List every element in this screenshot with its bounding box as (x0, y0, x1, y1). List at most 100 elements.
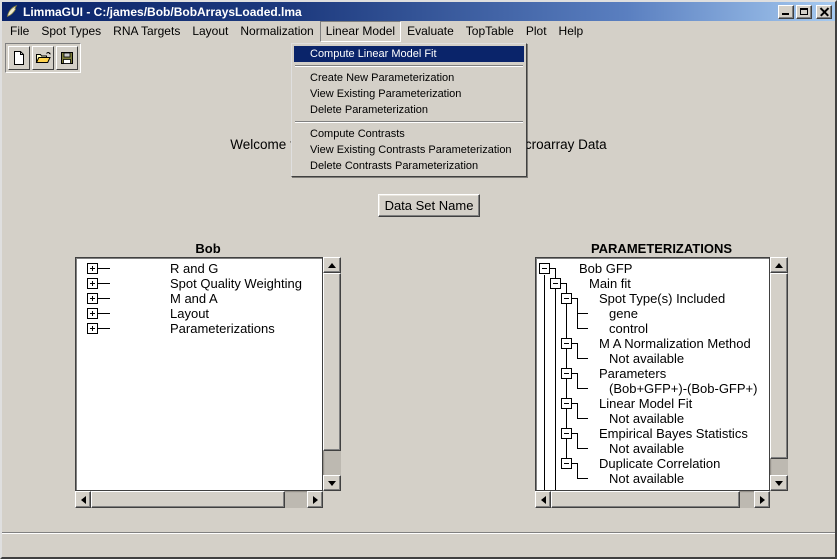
tree-item-label[interactable]: Parameters (599, 366, 666, 381)
new-file-button[interactable] (8, 46, 30, 70)
menu-evaluate[interactable]: Evaluate (401, 21, 460, 42)
scroll-down-button[interactable] (323, 475, 341, 491)
tree-item-label[interactable]: Not available (609, 441, 684, 456)
bob-tree-hscrollbar[interactable] (75, 491, 323, 508)
tree-item-label[interactable]: M A Normalization Method (599, 336, 751, 351)
tree-item-label[interactable]: control (609, 321, 648, 336)
plus-box-icon[interactable] (87, 323, 98, 334)
minimize-icon (782, 13, 789, 15)
tree-item-label[interactable]: Bob GFP (579, 261, 632, 276)
tree-item-label[interactable]: R and G (170, 261, 218, 276)
scroll-right-button[interactable] (307, 491, 323, 508)
scroll-thumb[interactable] (91, 491, 285, 508)
minus-box-icon[interactable] (561, 398, 572, 409)
menu-help[interactable]: Help (553, 21, 590, 42)
tree-connector-line (577, 404, 578, 419)
scroll-down-icon (328, 481, 336, 486)
title-bar[interactable]: LimmaGUI - C:/james/Bob/BobArraysLoaded.… (2, 2, 835, 21)
menu-toptable[interactable]: TopTable (460, 21, 520, 42)
menuitem-view-existing-parameterization[interactable]: View Existing Parameterization (294, 86, 524, 102)
scroll-down-button[interactable] (770, 475, 788, 491)
minus-box-icon[interactable] (561, 458, 572, 469)
scroll-left-button[interactable] (535, 491, 551, 508)
menuitem-create-new-parameterization[interactable]: Create New Parameterization (294, 70, 524, 86)
tree-item-label[interactable]: Not available (609, 351, 684, 366)
menuitem-compute-linear-model-fit[interactable]: Compute Linear Model Fit (294, 46, 524, 62)
parameterizations-tree-hscrollbar[interactable] (535, 491, 770, 508)
minus-box-icon[interactable] (550, 278, 561, 289)
scroll-thumb[interactable] (770, 273, 788, 459)
tree-item-label[interactable]: Layout (170, 306, 209, 321)
menu-file[interactable]: File (4, 21, 35, 42)
tree-item-label[interactable]: M and A (170, 291, 218, 306)
bob-tree-listbox[interactable]: R and GSpot Quality WeightingM and ALayo… (75, 257, 323, 491)
menu-normalization[interactable]: Normalization (234, 21, 319, 42)
scroll-right-icon (313, 496, 318, 504)
minus-box-icon[interactable] (561, 428, 572, 439)
plus-box-icon[interactable] (87, 263, 98, 274)
tree-item-label[interactable]: Not available (609, 411, 684, 426)
tree-connector-line (555, 269, 556, 492)
tree-item-label[interactable]: Spot Quality Weighting (170, 276, 302, 291)
tree-connector-dash (98, 298, 110, 299)
menuitem-compute-contrasts[interactable]: Compute Contrasts (294, 126, 524, 142)
bob-tree-vscrollbar[interactable] (323, 257, 341, 491)
tree-connector-line (544, 275, 545, 492)
tree-item-label[interactable]: Parameterizations (170, 321, 275, 336)
menu-layout[interactable]: Layout (186, 21, 234, 42)
tree-item-label[interactable]: Main fit (589, 276, 631, 291)
minus-box-icon[interactable] (539, 263, 550, 274)
scroll-track[interactable] (770, 273, 788, 475)
scroll-thumb[interactable] (551, 491, 740, 508)
tree-item-label[interactable]: Not available (609, 471, 684, 486)
tree-item-label[interactable]: Linear Model Fit (599, 396, 692, 411)
tree-connector-line (577, 434, 578, 449)
tree-item-label[interactable]: Spot Type(s) Included (599, 291, 725, 306)
tree-connector-dash (577, 418, 588, 419)
plus-box-icon[interactable] (87, 308, 98, 319)
scroll-track[interactable] (551, 491, 754, 508)
tree-item-label[interactable]: (Bob+GFP+)-(Bob-GFP+) (609, 381, 757, 396)
plus-box-icon[interactable] (87, 293, 98, 304)
parameterizations-tree-vscrollbar[interactable] (770, 257, 788, 491)
menuitem-delete-parameterization[interactable]: Delete Parameterization (294, 102, 524, 118)
linear-model-menu: Compute Linear Model Fit Create New Param… (291, 43, 527, 177)
minus-box-icon[interactable] (561, 338, 572, 349)
tree-connector-dash (561, 283, 567, 284)
plus-box-icon[interactable] (87, 278, 98, 289)
scroll-up-button[interactable] (770, 257, 788, 273)
limmagui-window: LimmaGUI - C:/james/Bob/BobArraysLoaded.… (0, 0, 837, 559)
tree-connector-dash (577, 358, 588, 359)
parameterizations-tree-listbox[interactable]: Bob GFPMain fitSpot Type(s) Includedgene… (535, 257, 770, 491)
close-button[interactable] (816, 5, 832, 19)
minimize-button[interactable] (778, 5, 794, 19)
minus-box-icon[interactable] (561, 368, 572, 379)
status-bar (2, 532, 835, 557)
maximize-button[interactable] (796, 5, 812, 19)
open-folder-icon (35, 50, 52, 66)
scroll-left-icon (541, 496, 546, 504)
menu-separator (295, 121, 523, 123)
scroll-track[interactable] (323, 273, 341, 475)
minus-box-icon[interactable] (561, 293, 572, 304)
tree-item-label[interactable]: Empirical Bayes Statistics (599, 426, 748, 441)
tree-item-label[interactable]: gene (609, 306, 638, 321)
save-file-button[interactable] (56, 46, 78, 70)
menuitem-view-existing-contrasts-parameterization[interactable]: View Existing Contrasts Parameterization (294, 142, 524, 158)
tree-item-label[interactable]: Duplicate Correlation (599, 456, 720, 471)
scroll-left-button[interactable] (75, 491, 91, 508)
menu-spot-types[interactable]: Spot Types (35, 21, 107, 42)
scroll-thumb[interactable] (323, 273, 341, 451)
data-set-name-button[interactable]: Data Set Name (378, 194, 480, 217)
menu-plot[interactable]: Plot (520, 21, 553, 42)
tree-connector-dash (577, 328, 588, 329)
menuitem-delete-contrasts-parameterization[interactable]: Delete Contrasts Parameterization (294, 158, 524, 174)
menu-rna-targets[interactable]: RNA Targets (107, 21, 186, 42)
scroll-right-button[interactable] (754, 491, 770, 508)
open-file-button[interactable] (32, 46, 54, 70)
window-title: LimmaGUI - C:/james/Bob/BobArraysLoaded.… (23, 5, 774, 19)
menu-linear-model[interactable]: Linear Model (320, 21, 401, 42)
scroll-track[interactable] (91, 491, 307, 508)
scroll-up-button[interactable] (323, 257, 341, 273)
tree-connector-dash (572, 433, 578, 434)
